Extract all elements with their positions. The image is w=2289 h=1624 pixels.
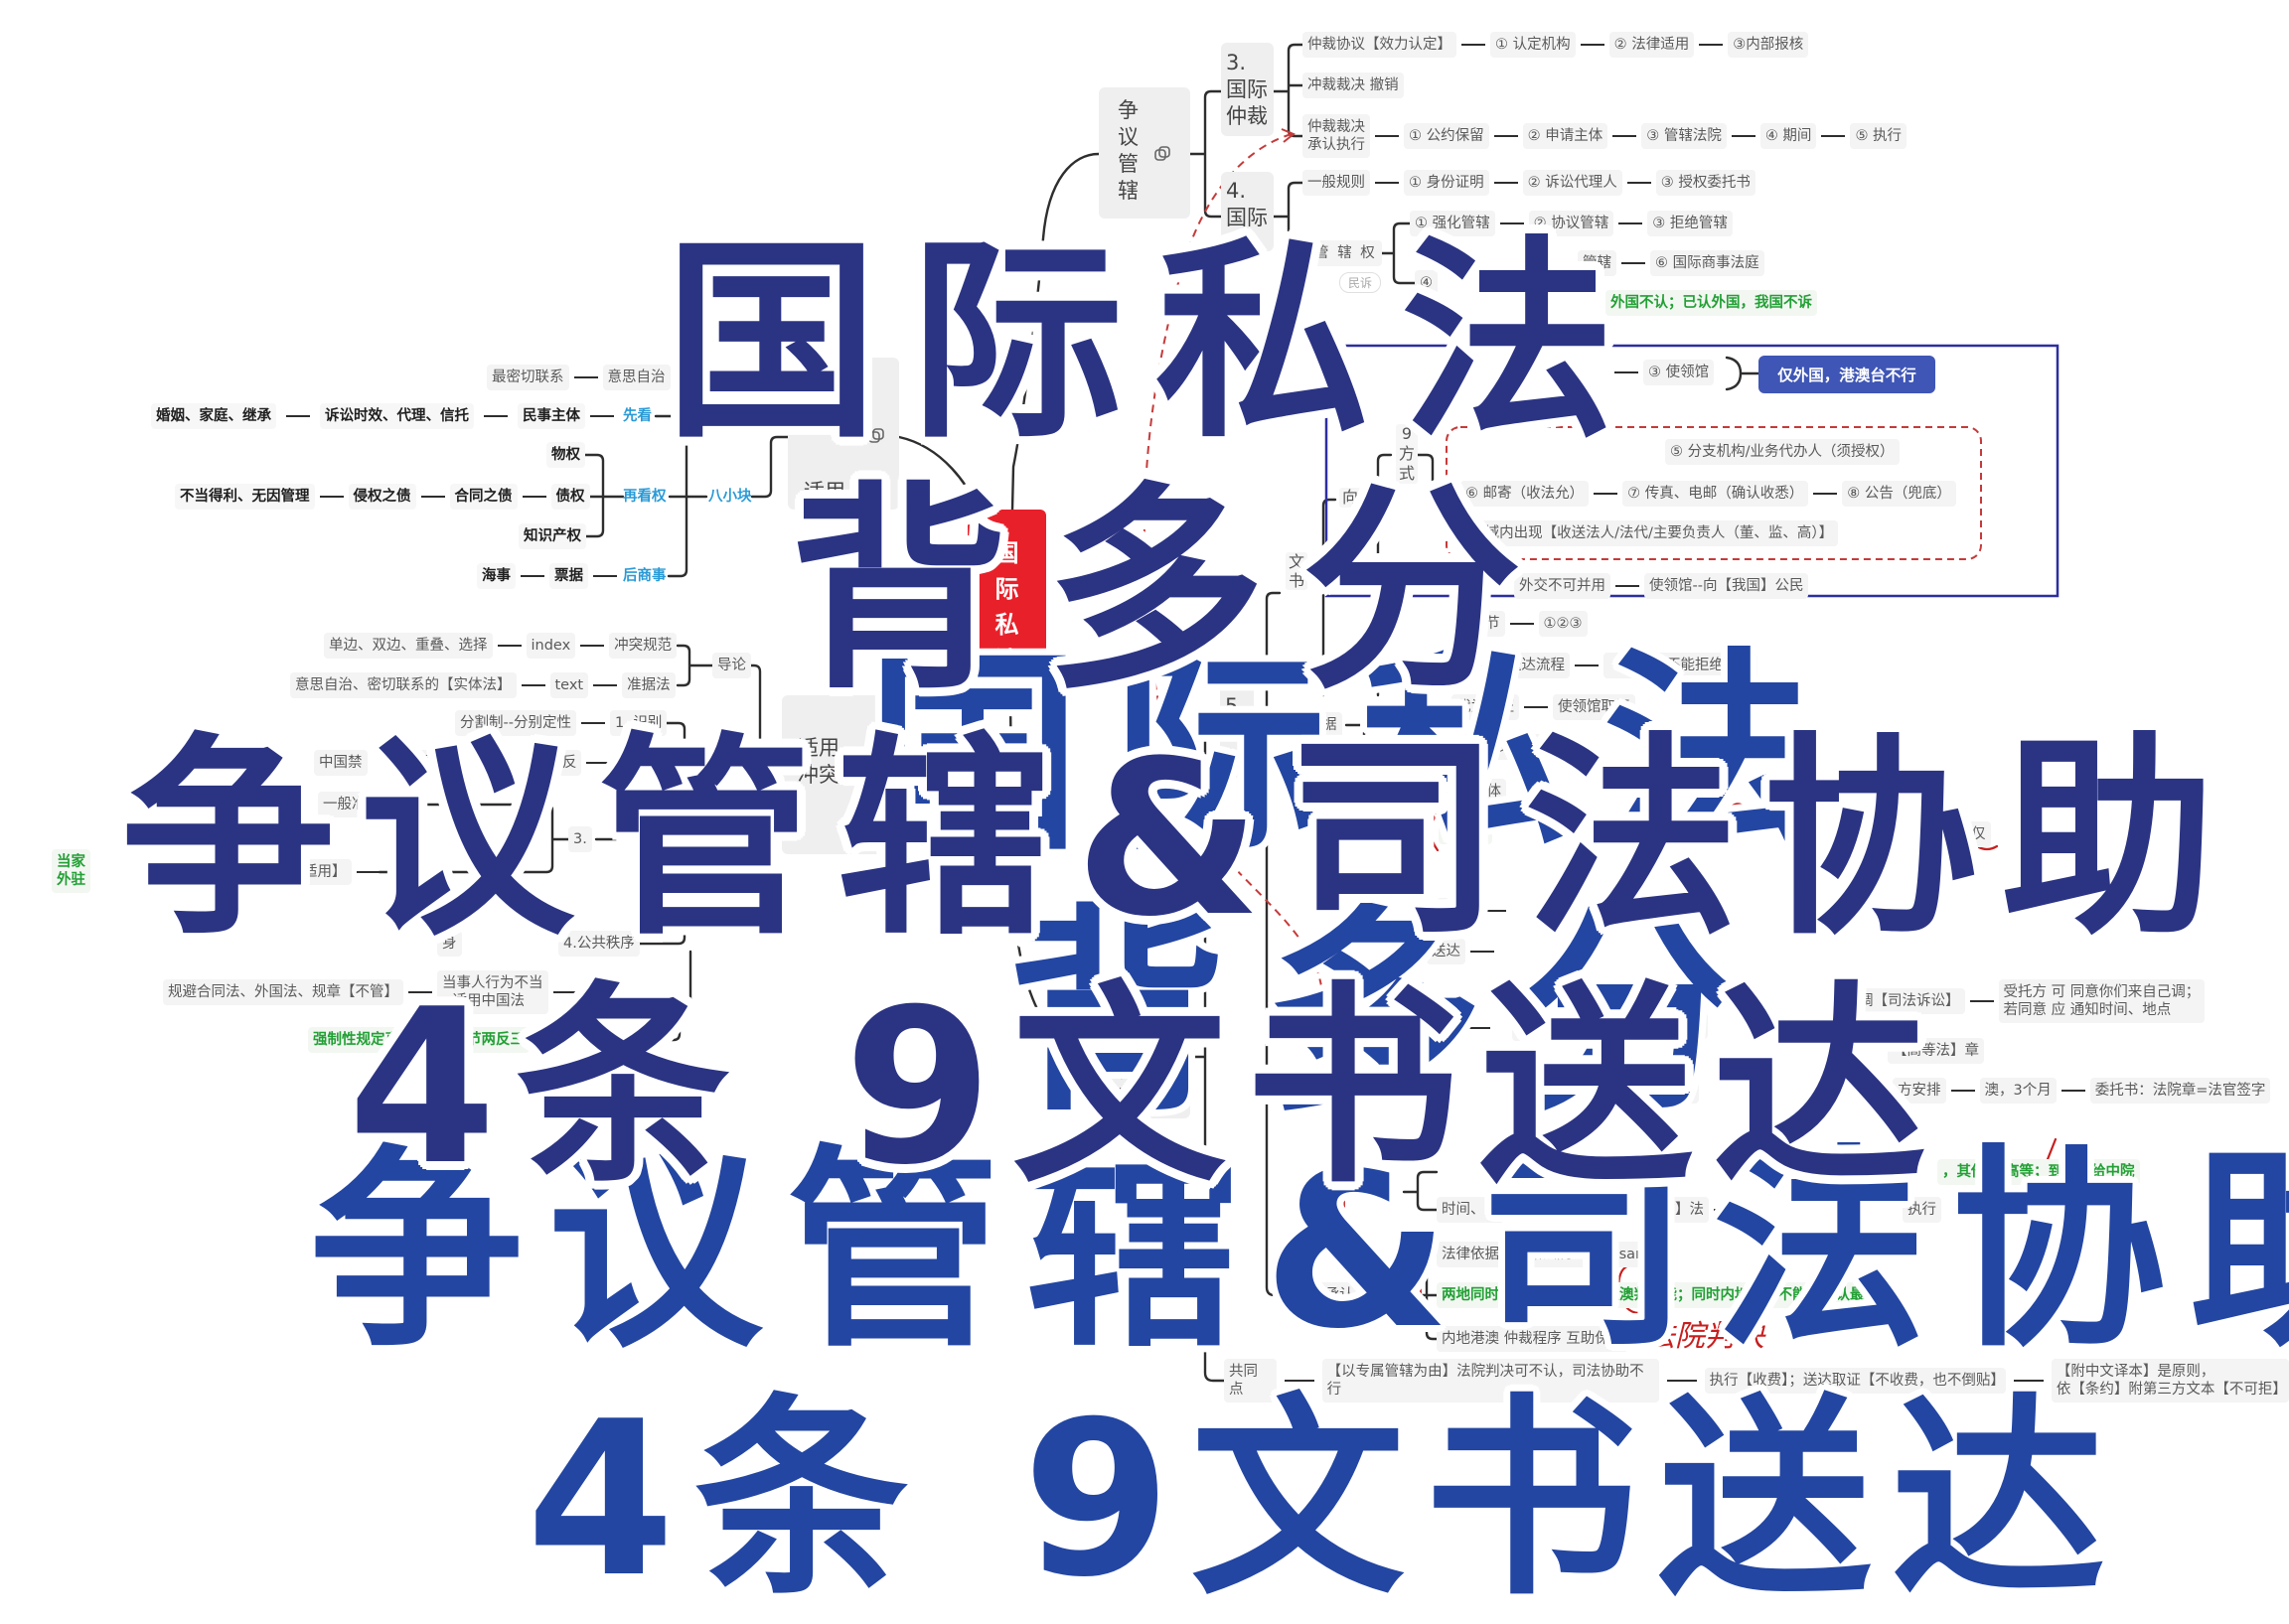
mindmap-node[interactable]: 诉讼时效、代理、信托 — [320, 403, 474, 429]
mindmap-node[interactable]: ③ 授权委托书 — [1655, 170, 1755, 196]
mindmap-node[interactable]: 不当得利、无因管理 — [175, 484, 315, 510]
mindmap-node[interactable]: ② 诉讼代理人 — [1522, 170, 1622, 196]
mindmap-node[interactable]: 一般规则 — [1302, 170, 1370, 196]
mindmap-node[interactable]: 意思自治、密切联系的【实体法】 — [290, 672, 517, 698]
mindmap-node[interactable]: 合同之债 — [449, 484, 518, 510]
connector-line — [593, 683, 618, 687]
connector-line — [1375, 181, 1399, 185]
mindmap-node[interactable]: 民事主体 — [518, 403, 585, 429]
general-rules-row: 一般规则 ① 身份证明 ② 诉讼代理人 ③ 授权委托书 — [1302, 170, 1755, 196]
connector-line — [1461, 43, 1485, 47]
title-text: 4条 9文书送达 — [526, 1375, 2125, 1624]
topic-label: 争议管辖 — [1118, 98, 1139, 203]
mindmap-node[interactable]: 知识产权 — [519, 523, 586, 549]
connector-line — [521, 683, 545, 687]
title-shadow: 4条 9文书送达 — [348, 962, 1947, 1212]
connector-line — [521, 574, 544, 578]
topic-number: 4. — [1226, 179, 1247, 203]
mindmap-node[interactable]: ③内部报核 — [1728, 32, 1809, 58]
connector-line — [1612, 134, 1637, 138]
mindmap-node[interactable]: ① 身份证明 — [1404, 170, 1489, 196]
commercial-row: 海事 票据 — [477, 563, 622, 589]
mindmap-node[interactable]: ⑤ 执行 — [1850, 123, 1908, 149]
title-shadow: 背多分 — [790, 464, 1560, 718]
mindmap-node[interactable]: ④ 期间 — [1759, 123, 1817, 149]
connector-line — [420, 495, 445, 499]
connector-bracket — [1272, 43, 1304, 138]
mindmap-node[interactable]: ③ 管辖法院 — [1641, 123, 1727, 149]
title-shadow: 争议管辖&司法协助 — [121, 714, 2240, 963]
mindmap-node[interactable]: ② 法律适用 — [1608, 32, 1695, 58]
connector-line — [497, 644, 522, 648]
connector-line — [1375, 134, 1399, 138]
connector-line — [593, 574, 617, 578]
connector-line — [1493, 181, 1518, 185]
governing-law-row: 意思自治、密切联系的【实体法】 text 准据法 — [290, 672, 676, 698]
title-shadow: 国际私法 — [665, 218, 1646, 467]
connector-bracket — [1188, 89, 1223, 219]
arbitration-recognition-row: 仲裁裁决 承认执行 ① 公约保留 ② 申请主体 ③ 管辖法院 ④ 期间 ⑤ 执行 — [1302, 114, 1908, 158]
arbitration-agreement-row: 仲裁协议【效力认定】 ① 认定机构 ② 法律适用 ③内部报核 — [1302, 32, 1809, 58]
mindmap-node[interactable]: 冲裁裁决 撤销 — [1302, 73, 1404, 98]
connector-line — [286, 414, 310, 418]
connector-line — [484, 414, 508, 418]
mindmap-node[interactable]: ① 公约保留 — [1404, 123, 1489, 149]
connector-line — [590, 414, 614, 418]
mindmap-node[interactable]: 侵权之债 — [348, 484, 416, 510]
debt-row: 不当得利、无因管理 侵权之债 合同之债 债权 — [175, 484, 590, 510]
mindmap-node[interactable]: index — [526, 633, 576, 659]
mindmap-node[interactable]: 物权 — [546, 442, 585, 468]
mindmap-node[interactable]: 仲裁协议【效力认定】 — [1302, 32, 1456, 58]
mindmap-node[interactable]: 债权 — [550, 484, 590, 510]
mindmap-node[interactable]: 婚姻、家庭、继承 — [151, 403, 276, 429]
topic-dispute-jurisdiction[interactable]: 争议管辖 — [1099, 87, 1190, 219]
conflict-norm-row: 单边、双边、重叠、选择 index 冲突规范 — [324, 633, 678, 659]
connector-line — [580, 644, 605, 648]
connector-line — [1493, 134, 1518, 138]
connector-line — [573, 375, 598, 379]
mindmap-node[interactable]: ② 申请主体 — [1522, 123, 1608, 149]
topic-label: 国际 仲裁 — [1226, 77, 1268, 128]
topic-number: 3. — [1226, 51, 1247, 74]
overlay-title-line-4: 4条 9文书送达 4条 9文书送达 — [338, 965, 2125, 1606]
connector-line — [1699, 43, 1724, 47]
mindmap-node[interactable]: ⑧ 公告（兜底） — [1842, 481, 1956, 507]
mindmap-node[interactable]: ① 认定机构 — [1490, 32, 1576, 58]
civil-subject-row: 婚姻、家庭、继承 诉讼时效、代理、信托 民事主体 — [151, 403, 619, 429]
mindmap-node[interactable]: text — [549, 672, 589, 698]
topic-international-arbitration[interactable]: 3. 国际 仲裁 — [1221, 43, 1274, 136]
mindmap-node[interactable]: 最密切联系 — [487, 365, 569, 390]
green-note: 当家 外驻 — [52, 849, 90, 893]
mindmap-node[interactable]: 海事 — [477, 563, 516, 589]
connector-line — [1821, 134, 1846, 138]
closest-connection-row: 最密切联系 意思自治 — [487, 365, 671, 390]
blue-label[interactable]: 先看 — [618, 403, 657, 429]
connector-line — [319, 495, 344, 499]
connector-line — [1626, 181, 1651, 185]
mindmap-node[interactable]: 单边、双边、重叠、选择 — [324, 633, 493, 659]
connector-line — [522, 495, 546, 499]
connector-line — [1580, 43, 1604, 47]
mindmap-node[interactable]: 票据 — [549, 563, 588, 589]
mindmap-node[interactable]: 仲裁裁决 承认执行 — [1302, 114, 1370, 158]
note-icon — [1154, 146, 1170, 161]
connector-line — [1731, 134, 1755, 138]
